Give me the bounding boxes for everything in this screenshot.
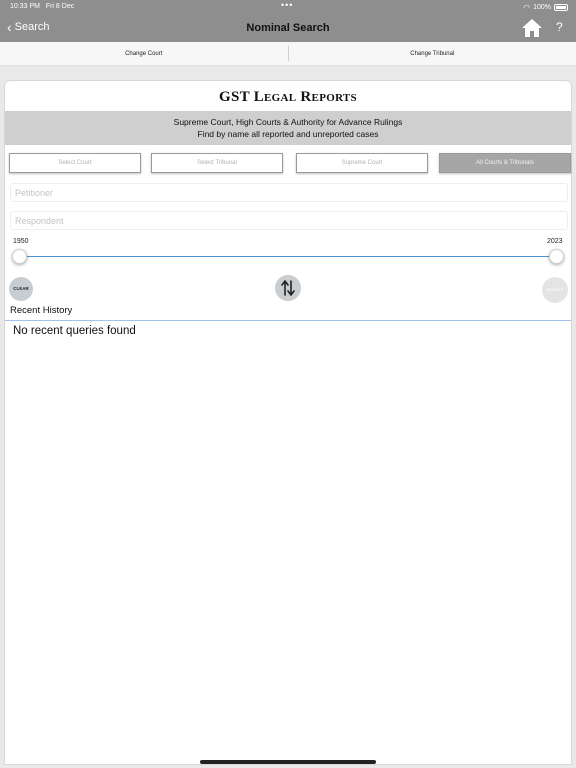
search-button[interactable]: SEARCH: [542, 277, 568, 303]
respondent-input[interactable]: [10, 211, 568, 230]
swap-button[interactable]: [275, 275, 301, 301]
empty-history-message: No recent queries found: [13, 325, 136, 337]
court-selector: Select Court Select Tribunal Supreme Cou…: [9, 153, 571, 173]
banner-line-2: Find by name all reported and unreported…: [197, 129, 379, 139]
brand-logo: GST Legal Reports: [219, 89, 357, 105]
all-courts-tribunals-button[interactable]: All Courts & Tribunals: [439, 153, 571, 173]
tab-bar: Change Court Change Tribunal: [0, 42, 576, 66]
year-max-label: 2023: [547, 238, 563, 245]
recent-divider: [5, 320, 571, 321]
status-bar: 10:33 PM Fri 8 Dec ••• ◠ 100%: [0, 0, 576, 14]
battery-icon: [554, 4, 568, 11]
tab-change-court[interactable]: Change Court: [0, 42, 288, 65]
home-icon[interactable]: [521, 18, 543, 38]
help-icon[interactable]: ?: [556, 20, 563, 34]
select-court-button[interactable]: Select Court: [9, 153, 141, 173]
info-banner: Supreme Court, High Courts & Authority f…: [5, 111, 571, 145]
supreme-court-button[interactable]: Supreme Court: [296, 153, 428, 173]
battery-text: 100%: [533, 4, 551, 11]
year-range-high-thumb[interactable]: [549, 249, 564, 264]
tab-change-tribunal[interactable]: Change Tribunal: [289, 42, 576, 65]
wifi-icon: ◠: [523, 3, 531, 12]
recent-history-title: Recent History: [10, 305, 73, 316]
year-min-label: 1950: [13, 238, 29, 245]
search-card: GST Legal Reports Supreme Court, High Co…: [4, 80, 572, 765]
year-range-low-thumb[interactable]: [12, 249, 27, 264]
home-indicator[interactable]: [200, 760, 376, 764]
banner-line-1: Supreme Court, High Courts & Authority f…: [173, 117, 403, 127]
swap-arrows-icon: [281, 280, 295, 296]
petitioner-input[interactable]: [10, 183, 568, 202]
page-title: Nominal Search: [246, 22, 330, 34]
select-tribunal-button[interactable]: Select Tribunal: [151, 153, 283, 173]
status-time: 10:33 PM Fri 8 Dec: [10, 3, 75, 10]
nav-bar: ‹ Search Nominal Search ?: [0, 14, 576, 42]
year-range-track[interactable]: [19, 256, 557, 257]
clear-button[interactable]: CLEAR: [9, 277, 33, 301]
status-right: ◠ 100%: [523, 3, 568, 12]
multitask-dots-icon[interactable]: •••: [281, 0, 293, 10]
